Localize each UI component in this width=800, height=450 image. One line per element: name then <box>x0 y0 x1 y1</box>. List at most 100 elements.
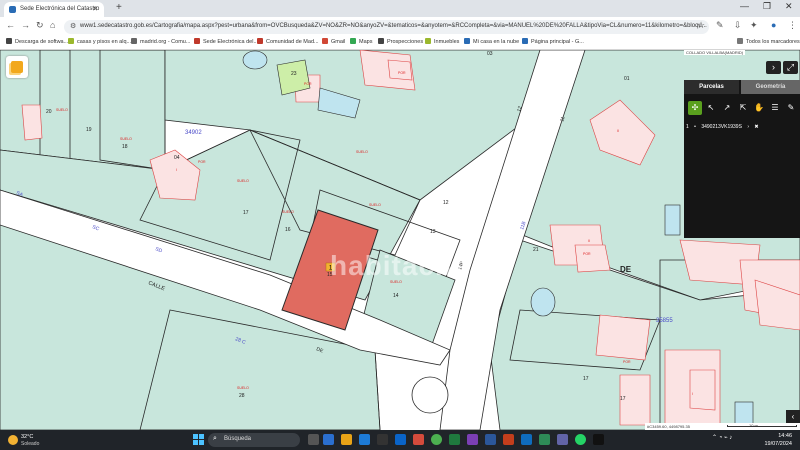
chrome-icon[interactable] <box>431 434 442 445</box>
back-icon[interactable]: ← <box>6 20 15 30</box>
parcel-list-item[interactable]: 1 • 3490213VK1939S › ✖ <box>686 124 763 130</box>
bookmark-item[interactable]: Inmuebles <box>425 38 459 45</box>
maps-icon <box>350 38 356 44</box>
map-coordinates: #C3459.60, 4498795.35 <box>647 424 690 429</box>
go-to-icon[interactable]: › <box>747 124 749 130</box>
panel-toggle-button[interactable]: › <box>766 61 781 74</box>
whatsapp-icon[interactable] <box>575 434 586 445</box>
mail-icon[interactable] <box>395 434 406 445</box>
municipality-label: COLLADO VILLALBA(MADRID) <box>684 50 746 55</box>
building[interactable] <box>689 369 716 411</box>
tab-parcelas[interactable]: Parcelas <box>684 80 739 94</box>
powerpoint-icon[interactable] <box>503 434 514 445</box>
search-placeholder: Búsqueda <box>224 436 252 442</box>
edge-icon[interactable] <box>359 434 370 445</box>
draw-tool[interactable]: ✎ <box>784 101 798 115</box>
svg-text:SUELO: SUELO <box>282 210 294 214</box>
info-tool[interactable]: ↖ <box>704 101 718 115</box>
chevron-left-icon: ‹ <box>791 412 795 421</box>
bookmark-icon <box>425 38 431 44</box>
building[interactable] <box>387 59 413 81</box>
outlook-icon[interactable] <box>521 434 532 445</box>
catastro-favicon-icon <box>9 6 16 13</box>
parcel-number: 17 <box>583 376 589 382</box>
system-tray[interactable]: ⌃ ◔ ⌁ ♪ <box>712 434 732 441</box>
scale-line <box>727 425 797 427</box>
pool <box>242 50 268 70</box>
tab-close-icon[interactable]: ✕ <box>92 5 98 13</box>
teams-icon[interactable] <box>323 434 334 445</box>
map-canvas[interactable]: 1 34902 35855 CALLE SA SC SD 28 C DE 14P… <box>0 50 800 430</box>
minimize-icon[interactable]: — <box>740 1 749 11</box>
cadastral-map[interactable]: 1 34902 35855 CALLE SA SC SD 28 C DE 14P… <box>0 50 800 430</box>
start-button[interactable] <box>193 434 205 446</box>
bookmark-item[interactable]: Descarga de softwa... <box>6 38 68 45</box>
bookmark-star-icon[interactable]: ☆ <box>697 20 705 31</box>
bookmark-item[interactable]: Maps <box>350 38 372 45</box>
bookmark-icon <box>6 38 12 44</box>
building[interactable] <box>574 244 611 273</box>
extensions-icon[interactable]: ✎ <box>716 20 724 31</box>
browser-tab[interactable]: Sede Electrónica del Catastro ✕ <box>4 2 104 17</box>
measure-tool[interactable]: ↗ <box>720 101 734 115</box>
excel-icon[interactable] <box>449 434 460 445</box>
tab-geometria[interactable]: Geometría <box>741 80 800 94</box>
extension-puzzle-icon[interactable]: ✦ <box>750 20 758 31</box>
clock[interactable]: 14:46 19/07/2024 <box>752 432 792 448</box>
stack-tool[interactable]: ☰ <box>768 101 782 115</box>
taskbar-search[interactable]: ⌕ Búsqueda <box>208 433 300 447</box>
downloads-icon[interactable]: ⇩ <box>734 20 742 31</box>
building[interactable] <box>595 314 651 361</box>
bookmark-item[interactable]: madrid.org - Comu... <box>131 38 190 45</box>
office-icon[interactable] <box>413 434 424 445</box>
pencil-icon: ✎ <box>787 103 795 112</box>
sun-icon <box>8 435 18 445</box>
layers-button[interactable] <box>6 56 28 78</box>
bookmarks-folder[interactable]: Todos los marcadores <box>737 38 800 45</box>
file-explorer-icon[interactable] <box>341 434 352 445</box>
svg-text:SUELO: SUELO <box>356 150 368 154</box>
address-bar[interactable]: ⚙ www1.sedecatastro.gob.es/Cartografia/m… <box>64 20 709 34</box>
profile-avatar-icon[interactable]: ● <box>771 20 776 30</box>
app-icon[interactable] <box>539 434 550 445</box>
forward-icon[interactable]: → <box>21 20 30 30</box>
building[interactable] <box>21 104 43 141</box>
onenote-icon[interactable] <box>467 434 478 445</box>
home-icon[interactable]: ⌂ <box>50 20 55 30</box>
reload-icon[interactable]: ↻ <box>36 20 44 31</box>
block-number: 35855 <box>656 318 673 324</box>
bookmark-item[interactable]: Gmail <box>322 38 345 45</box>
site-info-icon[interactable]: ⚙ <box>70 22 76 30</box>
teams-app-icon[interactable] <box>557 434 568 445</box>
bookmark-item[interactable]: Sede Electrónica del... <box>194 38 258 45</box>
word-icon[interactable] <box>485 434 496 445</box>
tiktok-icon[interactable] <box>593 434 604 445</box>
collapse-button[interactable]: ‹ <box>786 410 800 424</box>
close-window-icon[interactable]: ✕ <box>785 1 793 12</box>
svg-text:SUELO: SUELO <box>56 108 68 112</box>
maximize-icon[interactable]: ❐ <box>763 1 771 12</box>
svg-text:SUELO: SUELO <box>237 179 249 183</box>
menu-icon[interactable]: ⋮ <box>788 20 797 31</box>
fullscreen-button[interactable]: ⤢ <box>783 61 798 74</box>
parcel-number: 01 <box>624 76 630 82</box>
store-icon[interactable] <box>377 434 388 445</box>
bookmark-item[interactable]: Mi casa en la nube <box>464 38 519 45</box>
hand-tool[interactable]: ✋ <box>752 101 766 115</box>
select-parcel-tool[interactable]: ✣ <box>688 101 702 115</box>
bookmark-item[interactable]: Comunidad de Mad... <box>257 38 319 45</box>
remove-icon[interactable]: ✖ <box>754 124 758 130</box>
folder-icon <box>737 38 743 44</box>
task-view-icon[interactable] <box>308 434 319 445</box>
place-label: DE <box>620 265 632 274</box>
parcel-reference[interactable]: 3490213VK1939S <box>701 124 742 130</box>
weather-widget[interactable]: 32°C Soleado <box>8 433 48 448</box>
svg-text:SUELO: SUELO <box>369 203 381 207</box>
bookmark-item[interactable]: Prospecciones <box>378 38 423 45</box>
add-tool[interactable]: ⇱ <box>736 101 750 115</box>
taskbar: 32°C Soleado ⌕ Búsqueda ⌃ ◔ ⌁ ♪ 14:46 19… <box>0 430 800 450</box>
new-tab-icon[interactable]: + <box>116 2 122 13</box>
bookmark-item[interactable]: Página principal - G... <box>522 38 584 45</box>
bookmark-item[interactable]: casas y pisos en alq... <box>68 38 131 45</box>
pool <box>530 287 556 317</box>
